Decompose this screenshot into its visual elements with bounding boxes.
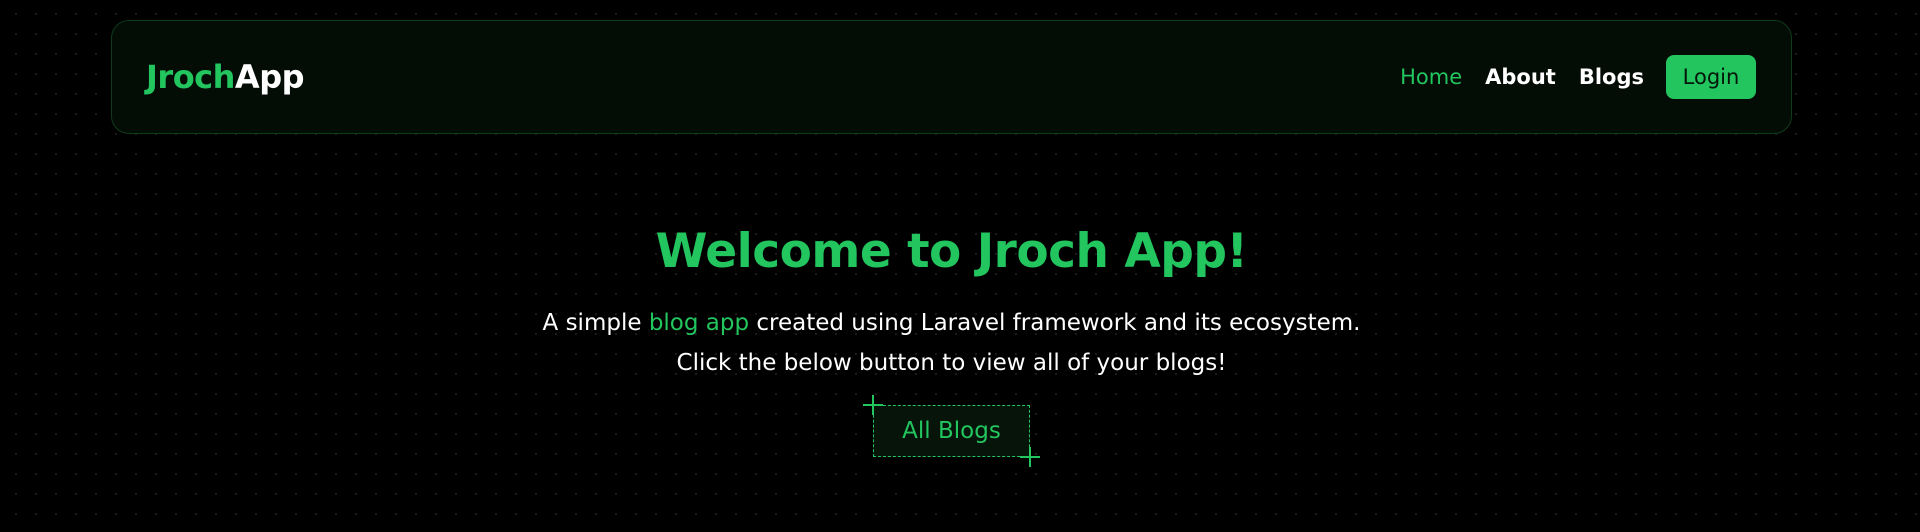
nav-link-home[interactable]: Home — [1400, 65, 1462, 89]
nav-link-blogs[interactable]: Blogs — [1579, 65, 1644, 89]
hero-title: Welcome to Jroch App! — [655, 224, 1248, 279]
login-button[interactable]: Login — [1666, 55, 1756, 99]
hero-description-prefix: A simple — [542, 310, 642, 336]
all-blogs-button-wrapper: All Blogs — [863, 395, 1040, 467]
all-blogs-button[interactable]: All Blogs — [873, 405, 1030, 457]
crosshair-top-left-icon — [863, 395, 883, 415]
crosshair-bottom-right-icon — [1020, 447, 1040, 467]
brand-name-first: Jroch — [146, 58, 235, 96]
hero-description-suffix: created using Laravel framework and its … — [756, 310, 1361, 336]
brand-name-second: App — [234, 58, 305, 96]
hero-instruction: Click the below button to view all of yo… — [676, 350, 1227, 376]
hero-description: A simple blog app created using Laravel … — [0, 307, 1903, 339]
nav-menu: Home About Blogs Login — [1377, 55, 1756, 99]
navbar: JrochApp Home About Blogs Login — [111, 20, 1792, 134]
brand-logo[interactable]: JrochApp — [146, 58, 305, 96]
nav-link-about[interactable]: About — [1485, 65, 1556, 89]
hero-description-highlight: blog app — [648, 310, 750, 336]
